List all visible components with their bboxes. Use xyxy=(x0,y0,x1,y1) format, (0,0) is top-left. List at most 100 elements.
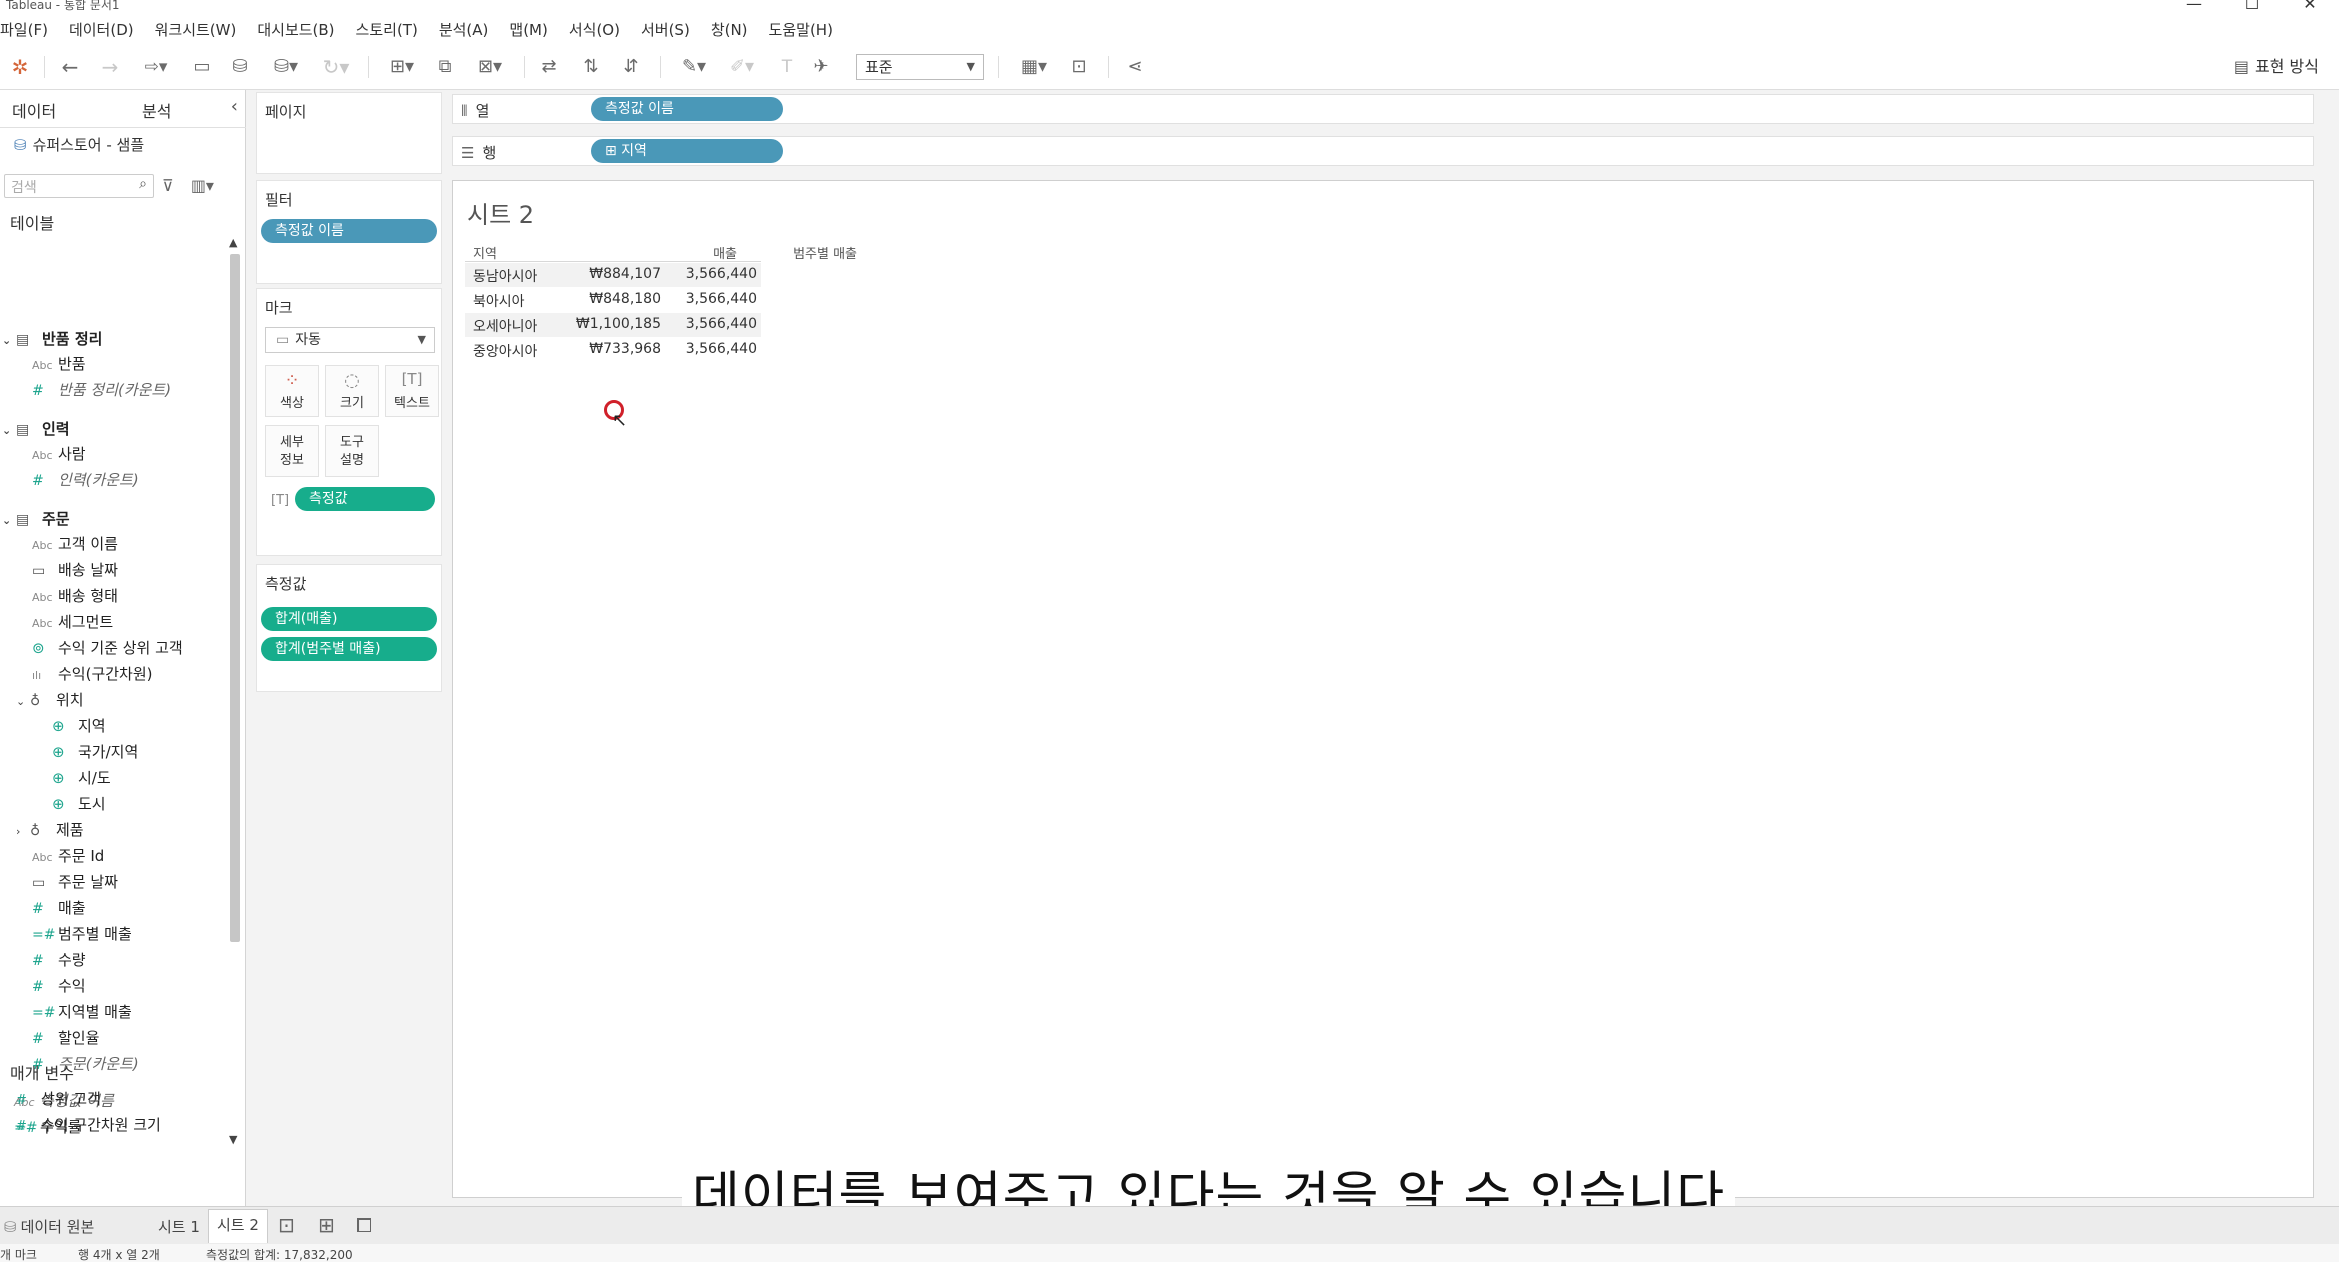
new-dashboard-icon[interactable]: ⊞ xyxy=(318,1213,335,1237)
filter-fields-icon[interactable]: ⊽ xyxy=(162,176,174,195)
measure-value-pill[interactable]: 합계(범주별 매출) xyxy=(261,637,437,661)
duplicate-sheet-icon[interactable]: ⧉ xyxy=(432,54,458,80)
field-row[interactable]: # 수량 xyxy=(32,949,86,971)
field-row[interactable]: ⌄ ♁ 위치 xyxy=(16,689,84,711)
tab-sheet-1[interactable]: 시트 1 xyxy=(158,1216,200,1237)
caret-icon[interactable]: ⌄ xyxy=(2,334,16,347)
table-row[interactable]: 중앙아시아 ₩733,968 3,566,440 xyxy=(465,338,761,362)
menu-server[interactable]: 서버(S) xyxy=(641,19,690,40)
field-row[interactable]: # 반품 정리(카운트) xyxy=(32,379,171,401)
table-row[interactable]: 오세아니아 ₩1,100,185 3,566,440 xyxy=(465,313,761,337)
redo-dropdown-icon[interactable]: ⇨▾ xyxy=(136,54,176,80)
menu-help[interactable]: 도움말(H) xyxy=(769,19,833,40)
save-icon[interactable]: ▭ xyxy=(190,54,214,80)
collapse-pane-icon[interactable]: ‹ xyxy=(231,96,238,117)
highlight-icon[interactable]: ✎▾ xyxy=(674,54,714,80)
redo-icon[interactable]: → xyxy=(98,54,122,80)
columns-pill-measure-names[interactable]: 측정값 이름 xyxy=(591,97,783,121)
group-icon[interactable]: ✐▾ xyxy=(722,54,762,80)
new-worksheet-icon[interactable]: ⊞▾ xyxy=(380,54,424,80)
refresh-icon[interactable]: ↻▾ xyxy=(316,54,356,80)
rows-shelf[interactable]: ☰ 행 ⊞ 지역 xyxy=(452,136,2314,166)
column-header-region[interactable]: 지역 xyxy=(473,243,497,262)
column-header-category-sales[interactable]: 범주별 매출 xyxy=(747,243,857,262)
field-row[interactable]: ⊕ 지역 xyxy=(52,715,106,737)
filter-pill-measure-names[interactable]: 측정값 이름 xyxy=(261,219,437,243)
column-header-sales[interactable]: 매출 xyxy=(627,243,737,262)
menu-analysis[interactable]: 분석(A) xyxy=(439,19,489,40)
menu-dashboard[interactable]: 대시보드(B) xyxy=(257,19,334,40)
field-row[interactable]: # 인력(카운트) xyxy=(32,469,139,491)
columns-shelf[interactable]: ⦀ 열 측정값 이름 xyxy=(452,94,2314,124)
pages-card[interactable]: 페이지 xyxy=(256,92,442,174)
color-button[interactable]: ⁘ 색상 xyxy=(265,365,319,417)
field-row[interactable]: ⊕ 시/도 xyxy=(52,767,111,789)
text-button[interactable]: [T] 텍스트 xyxy=(385,365,439,417)
menu-data[interactable]: 데이터(D) xyxy=(69,19,134,40)
menu-format[interactable]: 서식(O) xyxy=(569,19,620,40)
tableau-logo-icon[interactable]: ✲ xyxy=(8,54,32,80)
field-row[interactable]: # 매출 xyxy=(32,897,86,919)
new-worksheet-icon[interactable]: ⊡ xyxy=(278,1213,295,1237)
filters-card[interactable]: 필터 측정값 이름 xyxy=(256,180,442,284)
undo-icon[interactable]: ← xyxy=(58,54,82,80)
parameter-item[interactable]: # 상위 고객 xyxy=(16,1088,101,1109)
detail-button[interactable]: 세부 정보 xyxy=(265,425,319,477)
field-row[interactable]: Abc 반품 xyxy=(32,353,86,375)
marks-text-pill[interactable]: 측정값 xyxy=(295,487,435,511)
sheet-title[interactable]: 시트 2 xyxy=(467,195,534,230)
field-row[interactable]: Abc 고객 이름 xyxy=(32,533,118,555)
sort-descending-icon[interactable]: ⇵ xyxy=(618,54,644,80)
caret-icon[interactable]: ⌄ xyxy=(2,424,16,437)
field-row[interactable]: Abc 사람 xyxy=(32,443,86,465)
field-row[interactable]: ⊕ 국가/지역 xyxy=(52,741,138,763)
caret-icon[interactable]: ⌄ xyxy=(16,695,30,708)
swap-icon[interactable]: ⇄ xyxy=(536,54,562,80)
menu-story[interactable]: 스토리(T) xyxy=(356,19,418,40)
tab-datasource[interactable]: ⛁ 데이터 원본 xyxy=(4,1216,94,1237)
minimize-button[interactable]: — xyxy=(2165,0,2223,13)
field-row[interactable]: ▭ 주문 날짜 xyxy=(32,871,118,893)
tab-data[interactable]: 데이터 xyxy=(12,98,56,122)
caret-icon[interactable]: › xyxy=(16,825,30,838)
parameter-item[interactable]: # 수익 구간차원 크기 xyxy=(16,1114,161,1135)
scroll-down-icon[interactable]: ▼ xyxy=(229,1133,237,1146)
view-options-icon[interactable]: ▥▾ xyxy=(191,176,214,195)
share-icon[interactable]: ⋖ xyxy=(1122,54,1148,80)
caret-icon[interactable]: ⌄ xyxy=(2,514,16,527)
scroll-up-icon[interactable]: ▲ xyxy=(229,236,237,249)
presentation-icon[interactable]: ⊡ xyxy=(1064,54,1094,80)
field-row[interactable]: Abc 배송 형태 xyxy=(32,585,118,607)
field-search[interactable]: 검색 ⌕ xyxy=(4,174,154,198)
field-row[interactable]: ⌄ ▤ 반품 정리 xyxy=(2,328,102,350)
pin-icon[interactable]: ✈ xyxy=(808,54,834,80)
field-list-scrollbar[interactable]: ▲ ▼ xyxy=(228,236,242,1146)
field-row[interactable]: Abc 주문 Id xyxy=(32,845,104,867)
size-button[interactable]: ◌ 크기 xyxy=(325,365,379,417)
field-row[interactable]: =# 지역별 매출 xyxy=(32,1001,132,1023)
table-row[interactable]: 북아시아 ₩848,180 3,566,440 xyxy=(465,288,761,312)
label-icon[interactable]: T xyxy=(774,54,800,80)
menu-worksheet[interactable]: 워크시트(W) xyxy=(155,19,237,40)
new-story-icon[interactable]: ⧠ xyxy=(356,1213,372,1237)
scrollbar-thumb[interactable] xyxy=(230,254,240,942)
show-me-button[interactable]: ▤ 표현 방식 xyxy=(2234,54,2319,80)
tooltip-button[interactable]: 도구 설명 xyxy=(325,425,379,477)
field-row[interactable]: ılı 수익(구간차원) xyxy=(32,663,153,685)
new-datasource-icon[interactable]: ⛁ xyxy=(228,54,252,80)
rows-pill-region[interactable]: ⊞ 지역 xyxy=(591,139,783,163)
field-row[interactable]: # 할인율 xyxy=(32,1027,99,1049)
table-row[interactable]: 동남아시아 ₩884,107 3,566,440 xyxy=(465,263,761,287)
field-row[interactable]: ⌄ ▤ 주문 xyxy=(2,508,70,530)
sort-ascending-icon[interactable]: ⇅ xyxy=(578,54,604,80)
view-cards-icon[interactable]: ▦▾ xyxy=(1012,54,1056,80)
mark-type-select[interactable]: ▭ 자동 ▼ xyxy=(265,327,435,353)
menu-file[interactable]: 파일(F) xyxy=(0,19,48,40)
tab-sheet-2[interactable]: 시트 2 xyxy=(208,1209,268,1243)
field-row[interactable]: ⊚ 수익 기준 상위 고객 xyxy=(32,637,183,659)
field-row[interactable]: ⌄ ▤ 인력 xyxy=(2,418,70,440)
menu-window[interactable]: 창(N) xyxy=(711,19,748,40)
field-row[interactable]: # 수익 xyxy=(32,975,86,997)
fit-select[interactable]: 표준 ▼ xyxy=(856,54,984,80)
worksheet-view[interactable]: 시트 2 지역 매출 범주별 매출 동남아시아 ₩884,107 3,566,4… xyxy=(452,180,2314,1198)
